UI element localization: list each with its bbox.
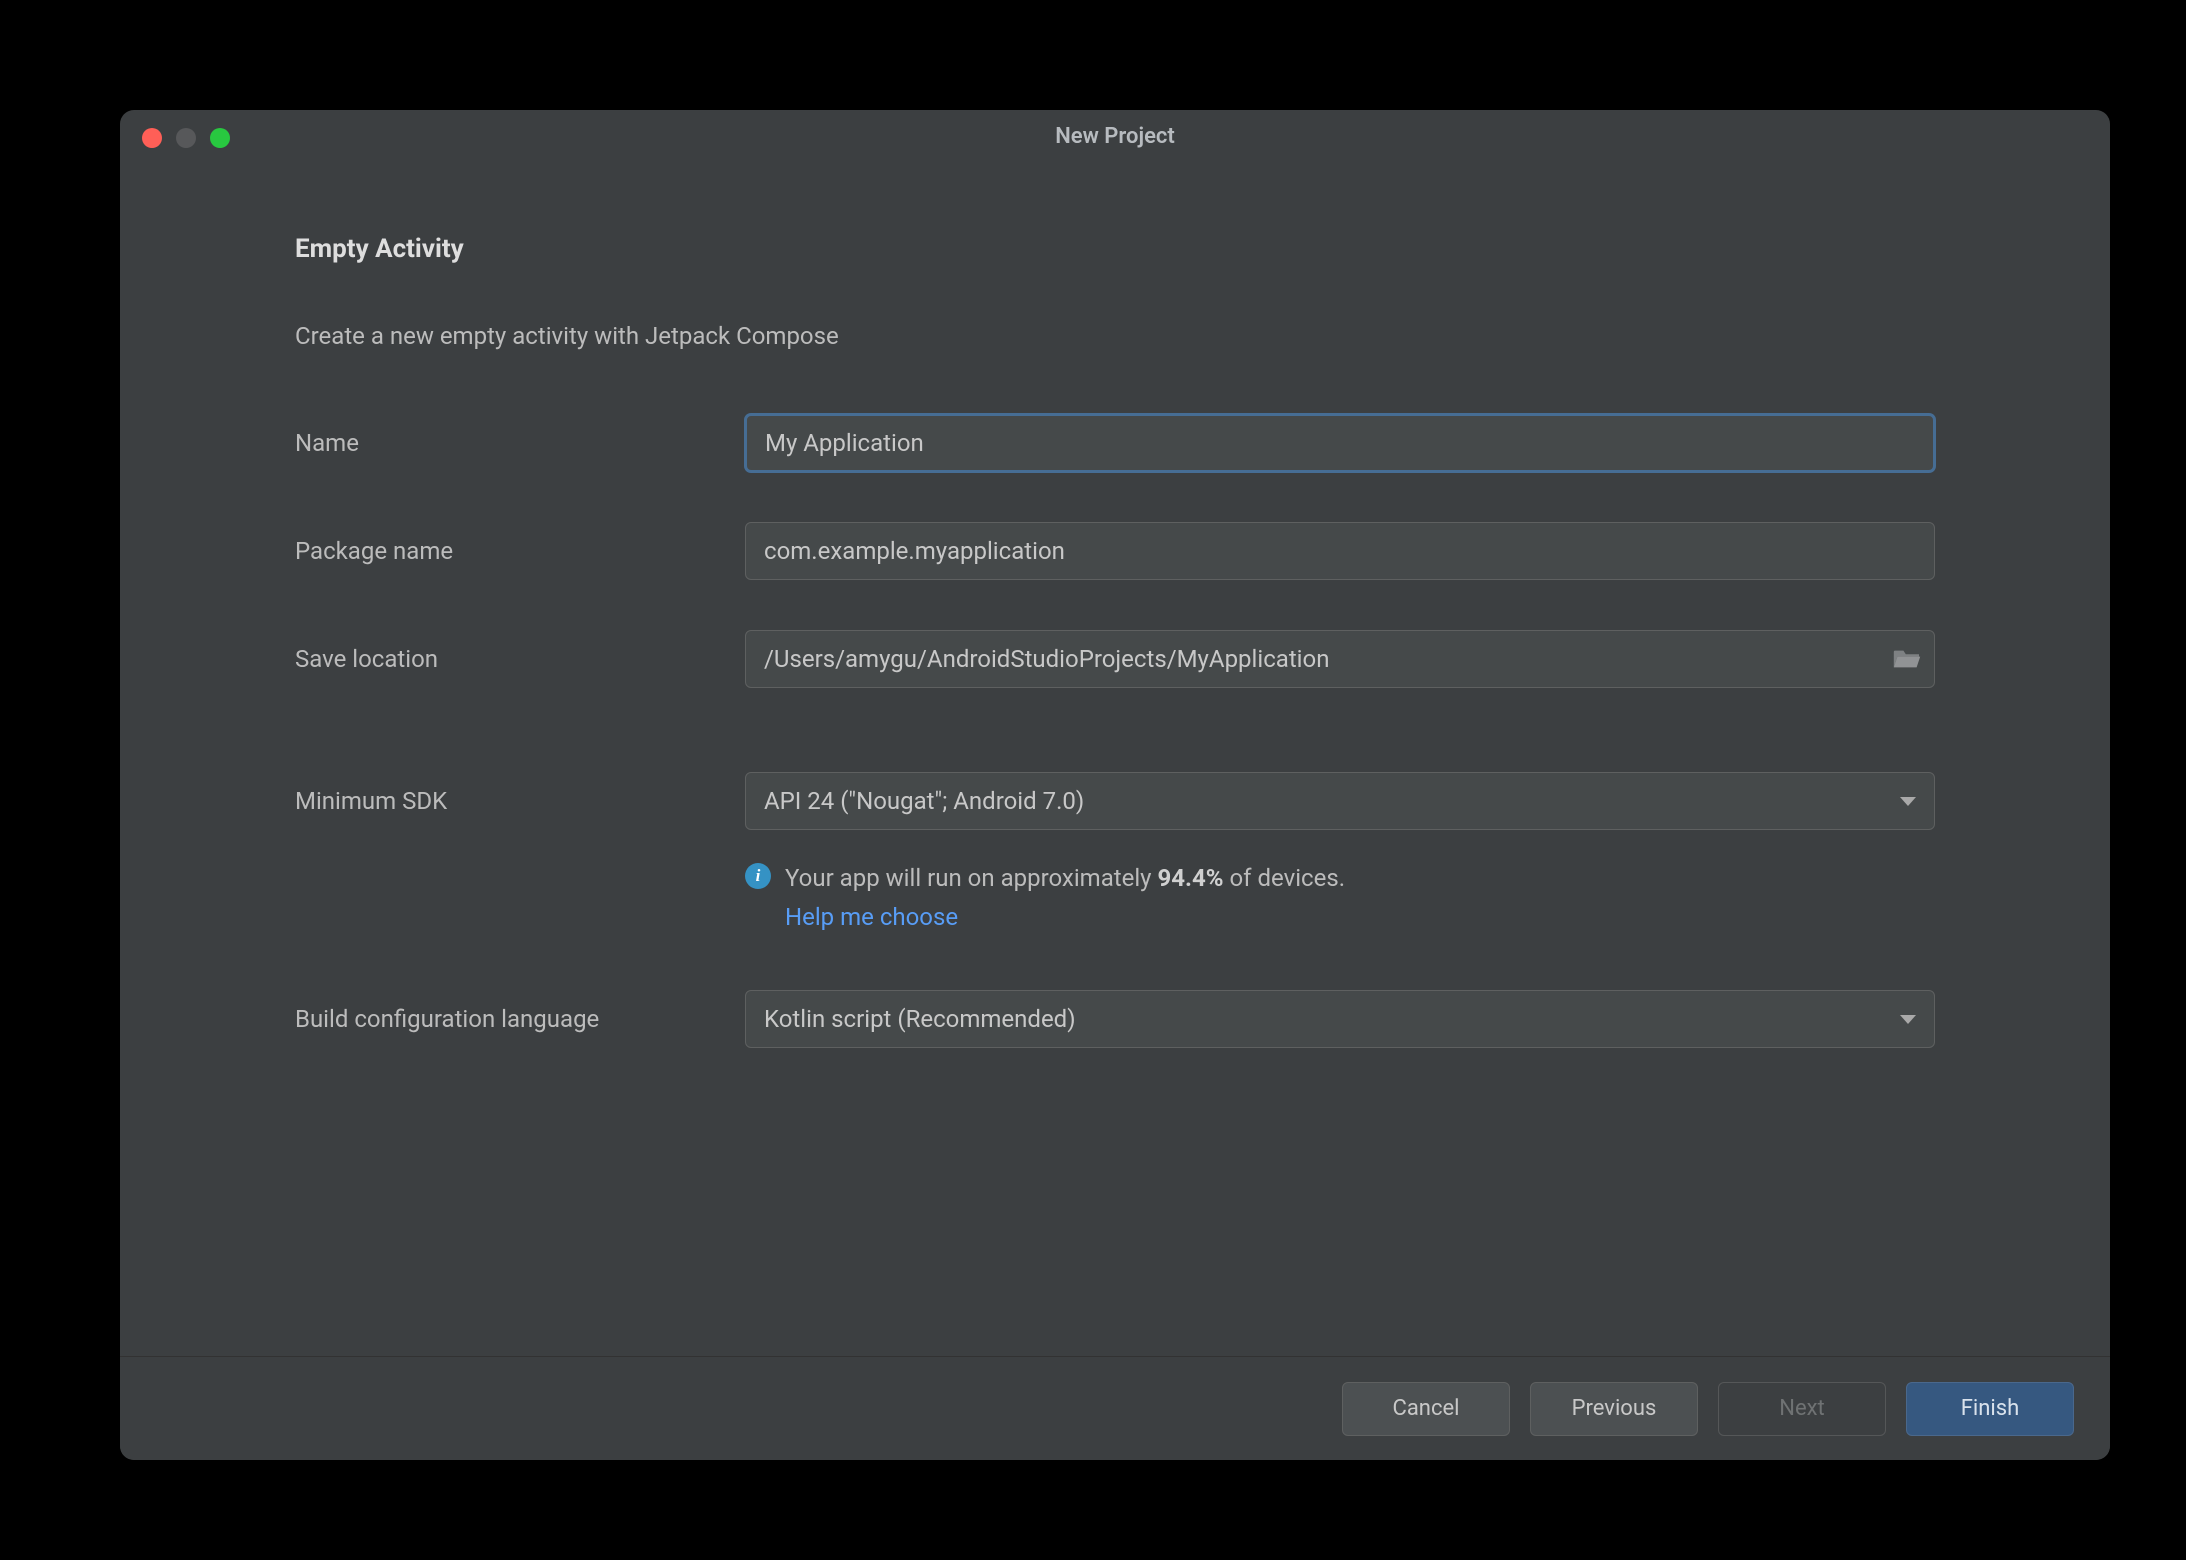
sdk-label: Minimum SDK bbox=[295, 787, 745, 815]
sdk-info-text: Your app will run on approximately 94.4%… bbox=[785, 860, 1345, 936]
chevron-down-icon bbox=[1900, 797, 1916, 806]
info-icon: i bbox=[745, 863, 771, 889]
previous-button[interactable]: Previous bbox=[1530, 1382, 1698, 1436]
build-lang-value: Kotlin script (Recommended) bbox=[764, 1005, 1900, 1033]
folder-open-icon[interactable] bbox=[1892, 647, 1922, 671]
row-name: Name bbox=[295, 414, 1935, 472]
sdk-info-percent: 94.4% bbox=[1158, 864, 1224, 892]
location-label: Save location bbox=[295, 645, 745, 673]
sdk-info-prefix: Your app will run on approximately bbox=[785, 864, 1158, 892]
titlebar: New Project bbox=[120, 110, 2110, 162]
finish-button[interactable]: Finish bbox=[1906, 1382, 2074, 1436]
chevron-down-icon bbox=[1900, 1015, 1916, 1024]
location-input[interactable] bbox=[746, 631, 1892, 687]
dialog-content: Empty Activity Create a new empty activi… bbox=[120, 162, 2110, 1356]
close-icon[interactable] bbox=[142, 128, 162, 148]
row-package: Package name bbox=[295, 522, 1935, 580]
row-build-lang: Build configuration language Kotlin scri… bbox=[295, 990, 1935, 1048]
name-label: Name bbox=[295, 429, 745, 457]
row-location: Save location bbox=[295, 630, 1935, 688]
row-sdk: Minimum SDK API 24 ("Nougat"; Android 7.… bbox=[295, 772, 1935, 830]
location-field-wrap bbox=[745, 630, 1935, 688]
package-label: Package name bbox=[295, 537, 745, 565]
build-lang-select[interactable]: Kotlin script (Recommended) bbox=[745, 990, 1935, 1048]
new-project-dialog: New Project Empty Activity Create a new … bbox=[120, 110, 2110, 1460]
next-button: Next bbox=[1718, 1382, 1886, 1436]
page-subheading: Create a new empty activity with Jetpack… bbox=[295, 322, 1935, 350]
cancel-button[interactable]: Cancel bbox=[1342, 1382, 1510, 1436]
page-heading: Empty Activity bbox=[295, 234, 1935, 264]
help-me-choose-link[interactable]: Help me choose bbox=[785, 899, 958, 936]
sdk-value: API 24 ("Nougat"; Android 7.0) bbox=[764, 787, 1900, 815]
sdk-select[interactable]: API 24 ("Nougat"; Android 7.0) bbox=[745, 772, 1935, 830]
sdk-info-block: i Your app will run on approximately 94.… bbox=[745, 860, 1935, 936]
minimize-icon[interactable] bbox=[176, 128, 196, 148]
sdk-info-suffix: of devices. bbox=[1224, 864, 1346, 892]
window-title: New Project bbox=[1055, 124, 1175, 149]
zoom-icon[interactable] bbox=[210, 128, 230, 148]
name-input[interactable] bbox=[745, 414, 1935, 472]
dialog-footer: Cancel Previous Next Finish bbox=[120, 1356, 2110, 1460]
window-controls bbox=[142, 128, 230, 148]
build-lang-label: Build configuration language bbox=[295, 1005, 745, 1033]
package-input[interactable] bbox=[745, 522, 1935, 580]
